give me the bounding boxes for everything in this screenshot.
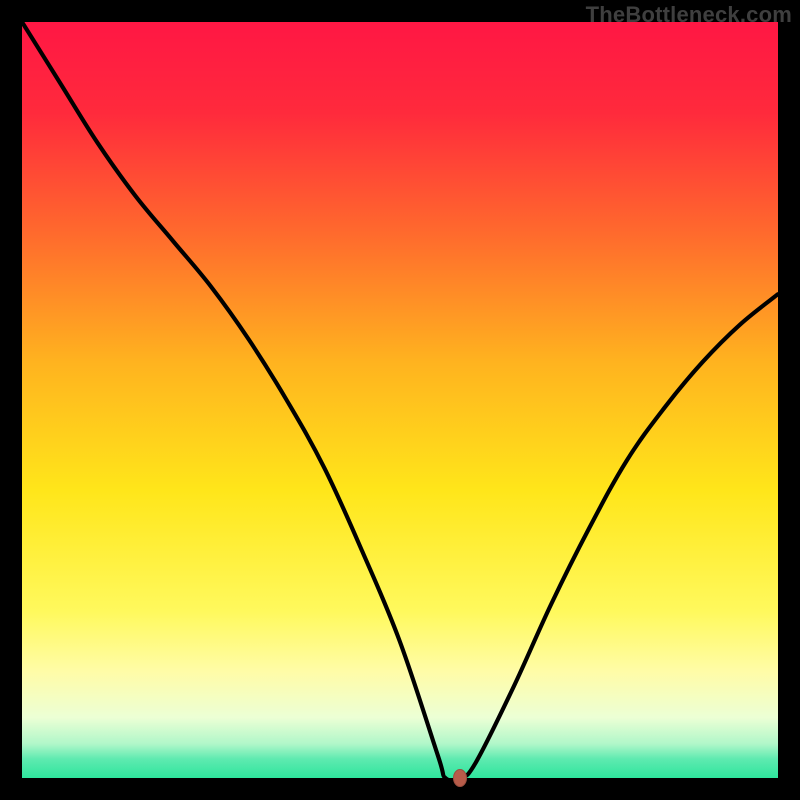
plot-area (22, 22, 778, 778)
watermark-text: TheBottleneck.com (586, 2, 792, 28)
gradient-background (22, 22, 778, 778)
chart-frame: TheBottleneck.com (0, 0, 800, 800)
plot-svg (22, 22, 778, 778)
optimal-point-marker (453, 769, 467, 787)
